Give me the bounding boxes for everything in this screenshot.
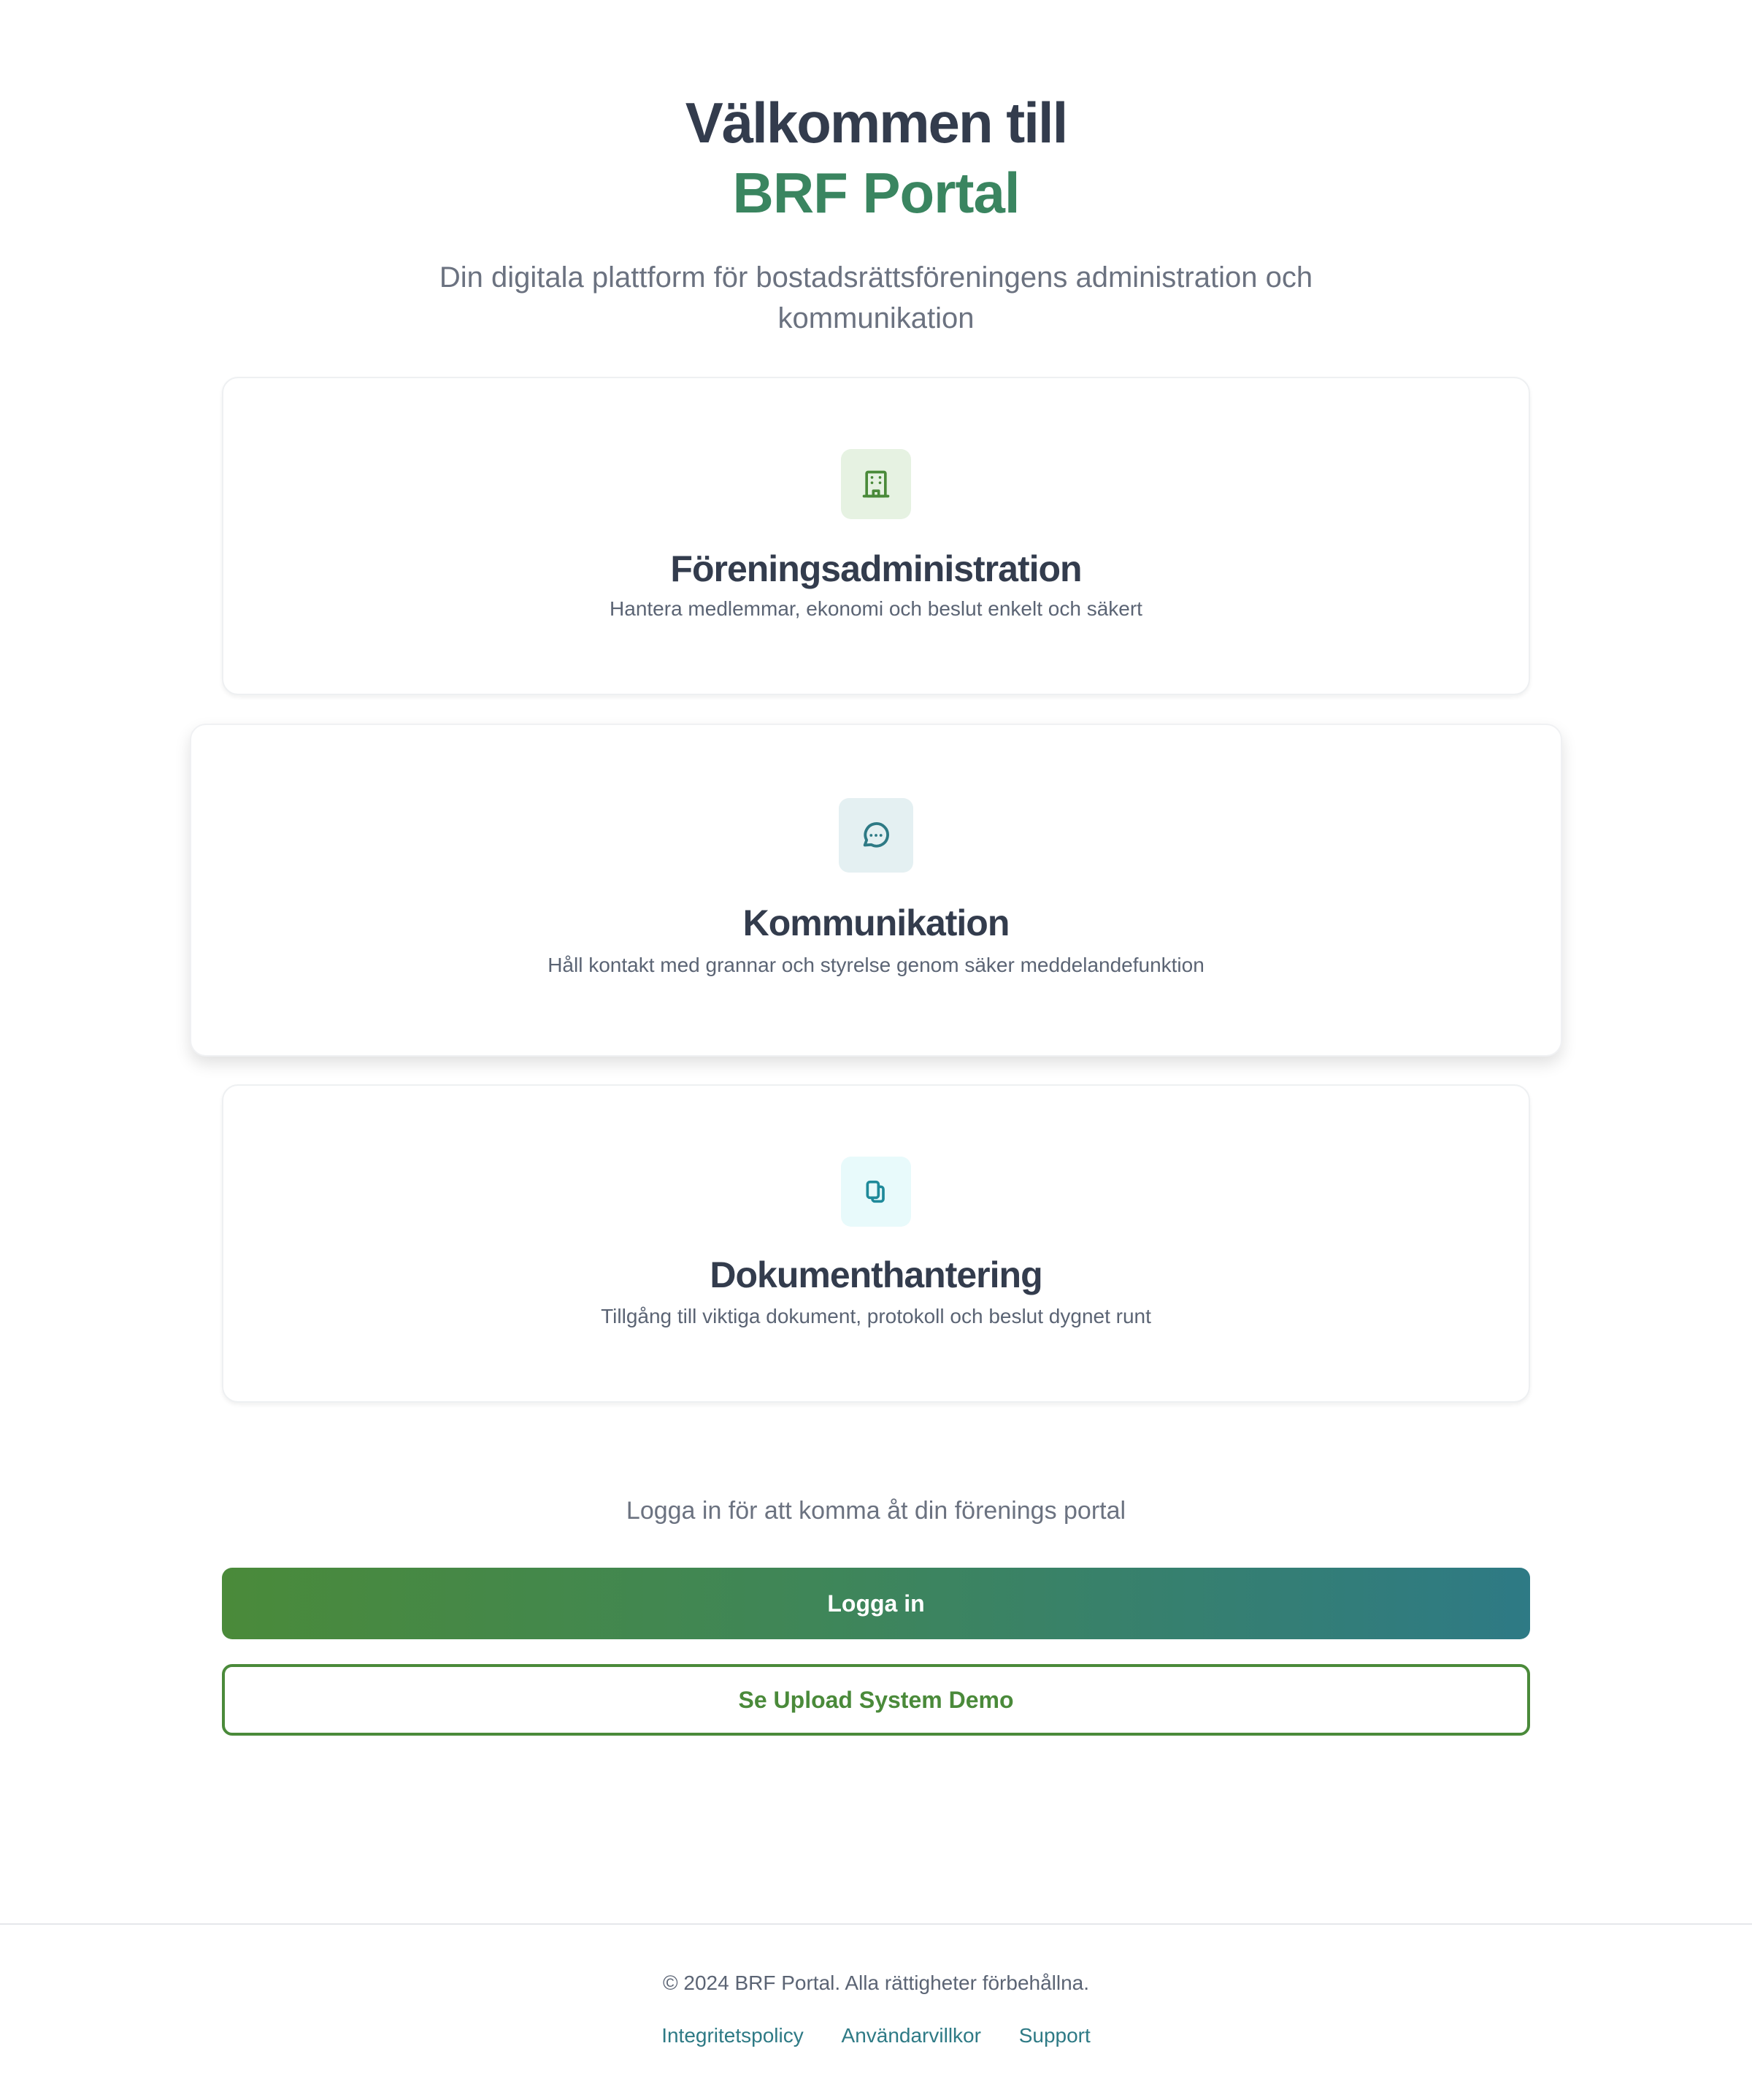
footer-links: Integritetspolicy Användarvillkor Suppor… xyxy=(0,2024,1752,2047)
support-link[interactable]: Support xyxy=(1019,2024,1091,2047)
hero-brand: BRF Portal xyxy=(732,161,1020,225)
login-button[interactable]: Logga in xyxy=(222,1568,1530,1639)
hero-section: Välkommen till BRF Portal Din digitala p… xyxy=(0,88,1752,339)
landing-page: Välkommen till BRF Portal Din digitala p… xyxy=(0,0,1752,2100)
feature-description: Hantera medlemmar, ekonomi och beslut en… xyxy=(610,597,1142,620)
feature-description: Håll kontakt med grannar och styrelse ge… xyxy=(548,954,1204,976)
documents-icon xyxy=(841,1157,911,1227)
feature-card-documents[interactable]: Dokumenthantering Tillgång till viktiga … xyxy=(222,1084,1530,1403)
chat-bubble-icon xyxy=(839,798,913,873)
hero-subtitle: Din digitala plattform för bostadsrättsf… xyxy=(439,261,1313,334)
feature-card-administration[interactable]: Föreningsadministration Hantera medlemma… xyxy=(222,377,1530,695)
feature-title: Föreningsadministration xyxy=(670,548,1082,589)
footer-copyright: © 2024 BRF Portal. Alla rättigheter förb… xyxy=(662,1971,1090,1994)
building-icon xyxy=(841,449,911,519)
feature-description: Tillgång till viktiga dokument, protokol… xyxy=(601,1305,1151,1327)
privacy-policy-link[interactable]: Integritetspolicy xyxy=(661,2024,804,2047)
feature-title: Kommunikation xyxy=(742,903,1010,943)
terms-link[interactable]: Användarvillkor xyxy=(842,2024,981,2047)
login-hint: Logga in för att komma åt din förenings … xyxy=(626,1497,1126,1525)
footer: © 2024 BRF Portal. Alla rättigheter förb… xyxy=(0,1923,1752,2100)
hero-title: Välkommen till xyxy=(685,91,1069,155)
feature-card-communication[interactable]: Kommunikation Håll kontakt med grannar o… xyxy=(190,724,1562,1057)
feature-title: Dokumenthantering xyxy=(710,1254,1042,1295)
upload-demo-button[interactable]: Se Upload System Demo xyxy=(222,1664,1530,1736)
